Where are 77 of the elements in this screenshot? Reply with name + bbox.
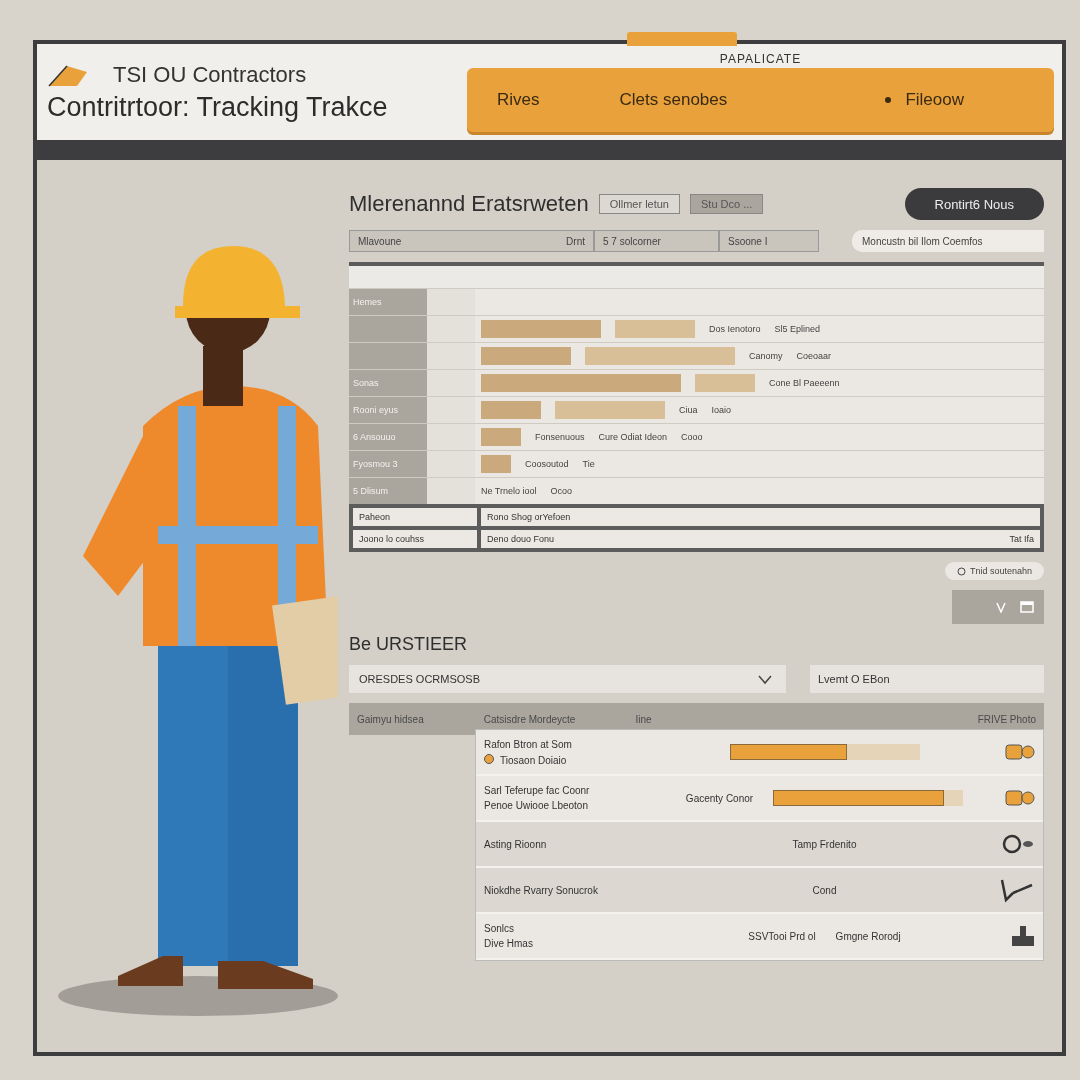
row-status: Gmgne Rorodj <box>835 930 901 942</box>
schedule-cell: Ocoo <box>550 486 573 496</box>
schedule-cell: Sl5 Eplined <box>774 324 821 334</box>
toggle-icon <box>1005 742 1035 762</box>
column-header: FRIVE Photo <box>977 713 1036 725</box>
select-field[interactable]: ORESDES OCRMSOSB <box>349 665 786 693</box>
row-status: Gacenty Conor <box>685 792 754 804</box>
row-label: Hemes <box>349 289 427 315</box>
filter-field[interactable]: 5 7 solcorner <box>594 230 719 252</box>
window-icon <box>1020 601 1034 613</box>
footer-cell: Rono Shog orYefoen <box>481 508 1040 526</box>
app-tab-label: PAPALICATE <box>719 52 802 66</box>
schedule-bar <box>481 455 511 473</box>
table-row[interactable]: Rafon Btron at Som Tiosaon Doiaio <box>476 730 1043 776</box>
action-button[interactable]: Rontirt6 Nous <box>904 188 1044 220</box>
schedule-cell: Canomy <box>749 351 783 361</box>
schedule-cell: Ioaio <box>711 405 732 415</box>
brand-name: TSI OU Contractors <box>113 61 307 88</box>
filter-field[interactable]: Mlavoune Drnt <box>349 230 594 252</box>
schedule-bar <box>481 401 541 419</box>
check-icon <box>999 877 1035 903</box>
row-subtitle: Dive Hmas <box>484 938 534 949</box>
circle-icon <box>956 566 966 576</box>
schedule-cell: Coosoutod <box>525 459 569 469</box>
page-title: Contritrtoor: Tracking Trakce <box>47 91 389 123</box>
search-field[interactable]: Moncustn bil Ilom Coemfos <box>852 230 1044 252</box>
row-subtitle: Penoe Uwiooe Lbeoton <box>484 800 589 811</box>
row-status: Cond <box>812 884 837 896</box>
footer-cell: Paheon <box>353 508 477 526</box>
schedule-cell: Ne Trnelo iool <box>481 486 537 496</box>
schedule-cell: Cone Bl Paeeenn <box>769 378 840 388</box>
row-subtitle: Tiosaon Doiaio <box>484 753 674 766</box>
row-label: Fyosmou 3 <box>349 451 427 477</box>
nav-link[interactable]: Fileoow <box>885 90 964 110</box>
schedule-bar <box>695 374 755 392</box>
toggle-icon <box>1005 788 1035 808</box>
status-pill[interactable]: Tnid soutenahn <box>944 562 1044 580</box>
filter-chip[interactable]: Ollmer letun <box>598 194 680 214</box>
footer-cell: Joono lo couhss <box>353 530 477 548</box>
row-status: Tamp Frdenito <box>792 838 857 850</box>
schedule-cell: Tie <box>582 459 595 469</box>
nav-link[interactable]: Rives <box>497 90 540 110</box>
table-row[interactable]: Asting Rioonn Tamp Frdenito <box>476 822 1043 868</box>
stamp-icon <box>1011 925 1035 947</box>
table-row[interactable]: Niokdhe Rvarry Sonucrok Cond <box>476 868 1043 914</box>
table-row[interactable]: Sonlcs Dive Hmas SSVTooi Prd ol Gmgne Rorodj <box>476 914 1043 960</box>
schedule-cell: Cure Odiat Ideon <box>598 432 668 442</box>
view-toggle-button[interactable] <box>952 590 1044 624</box>
row-title: Niokdhe Rvarry Sonucrok <box>484 884 599 896</box>
row-label: 5 Dlisum <box>349 478 427 504</box>
footer-cell: Deno douo Fonu Tat Ifa <box>481 530 1040 548</box>
schedule-cell: Coeoaar <box>796 351 832 361</box>
row-note: SSVTooi Prd ol <box>748 930 816 942</box>
column-header: Gaimyu hidsea <box>357 713 424 725</box>
schedule-cell: Ciua <box>679 405 698 415</box>
row-label: 6 Ansouuo <box>349 424 427 450</box>
column-header: Iine <box>635 713 652 725</box>
section-title: Be URSTIEER <box>349 634 469 655</box>
table-row[interactable]: Sarl Teferupe fac Coonr Penoe Uwiooe Lbeoton Gacenty Conor <box>476 776 1043 822</box>
section-title: Mlerenannd Eratsrweten <box>349 191 589 217</box>
check-icon <box>996 601 1006 613</box>
schedule-bar <box>481 428 521 446</box>
filter-field[interactable]: Ssoone I <box>719 230 819 252</box>
magnifier-icon <box>1001 833 1035 855</box>
schedule-cell: Dos Ienotoro <box>709 324 761 334</box>
nav-link[interactable]: Clets senobes <box>619 90 728 110</box>
schedule-cell: Cooo <box>681 432 703 442</box>
schedule-cell: Fonsenuous <box>535 432 585 442</box>
row-title: Sarl Teferupe fac Coonr <box>484 785 591 796</box>
row-label: Sonas <box>349 370 427 396</box>
text-field[interactable]: Lvemt O EBon <box>810 665 1044 693</box>
chevron-down-icon <box>758 673 772 685</box>
row-label: Rooni eyus <box>349 397 427 423</box>
row-title: Asting Rioonn <box>484 838 548 850</box>
row-title: Rafon Btron at Som <box>484 738 573 750</box>
column-header: Catsisdre Mordeycte <box>483 713 576 725</box>
row-title: Sonlcs <box>484 923 515 934</box>
